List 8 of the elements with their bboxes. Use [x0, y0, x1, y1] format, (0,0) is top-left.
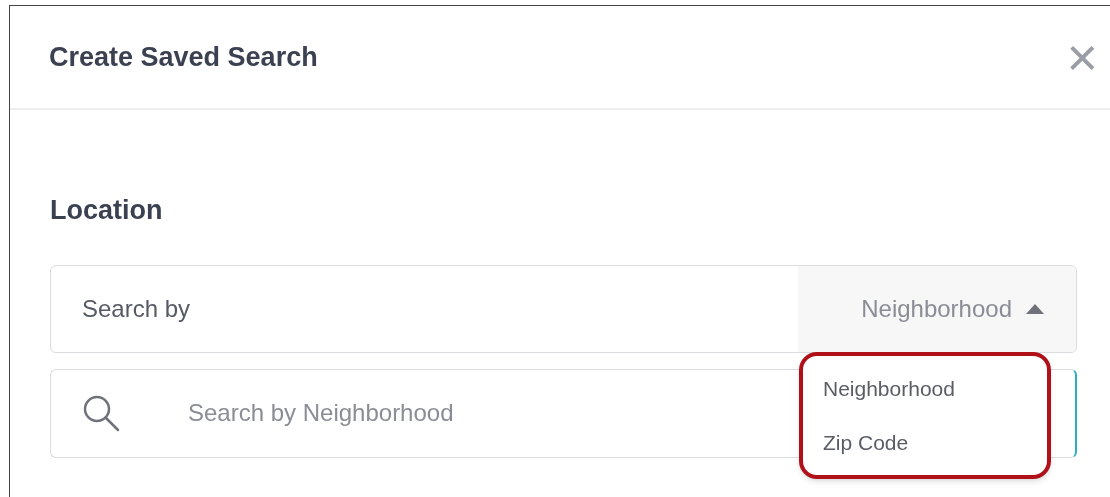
search-by-select[interactable]: Search by Neighborhood — [50, 264, 1077, 353]
search-icon — [82, 393, 120, 432]
field-label: Search by — [81, 293, 192, 324]
selected-value: Neighborhood — [861, 293, 1012, 324]
dialog-title: Create Saved Search — [49, 40, 318, 74]
section-label: Location — [50, 195, 163, 225]
menu-item[interactable]: Zip Code — [823, 426, 909, 458]
menu-item[interactable]: Neighborhood — [823, 373, 955, 405]
